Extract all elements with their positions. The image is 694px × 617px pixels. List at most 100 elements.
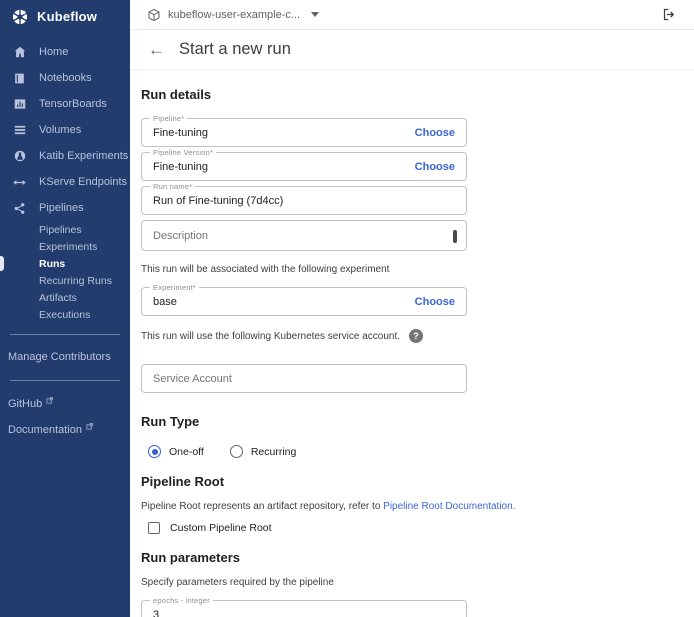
pipeline-root-note: Pipeline Root represents an artifact rep… bbox=[141, 501, 694, 512]
subitem-label: Pipelines bbox=[39, 224, 82, 236]
sidebar-divider bbox=[10, 334, 120, 335]
sidebar-divider bbox=[10, 380, 120, 381]
notebook-icon bbox=[12, 71, 27, 86]
radio-unselected-icon bbox=[230, 445, 243, 458]
checkbox-unchecked-icon[interactable] bbox=[148, 522, 160, 534]
kubeflow-logo[interactable]: Kubeflow bbox=[0, 0, 130, 33]
run-form: Run details Pipeline* Fine-tuning Choose… bbox=[130, 70, 694, 617]
experiment-field: Experiment* base Choose bbox=[141, 287, 467, 316]
tensorboard-icon bbox=[12, 97, 27, 112]
sidebar-item-manage-contributors[interactable]: Manage Contributors bbox=[0, 345, 130, 369]
subitem-label: Experiments bbox=[39, 241, 97, 253]
epochs-field: epochs - integer bbox=[141, 600, 467, 617]
custom-pipeline-root-option[interactable]: Custom Pipeline Root bbox=[148, 522, 694, 534]
sidebar-item-notebooks[interactable]: Notebooks bbox=[0, 65, 130, 91]
katib-icon bbox=[12, 149, 27, 164]
sidebar-item-volumes[interactable]: Volumes bbox=[0, 117, 130, 143]
description-input[interactable] bbox=[153, 230, 455, 242]
epochs-field-label: epochs - integer bbox=[150, 596, 213, 605]
logout-icon bbox=[662, 7, 677, 22]
main-area: kubeflow-user-example-c... ← Start a new… bbox=[130, 0, 694, 617]
run-name-input[interactable] bbox=[153, 195, 455, 207]
sidebar-subitem-experiments[interactable]: Experiments bbox=[0, 238, 130, 255]
run-parameters-heading: Run parameters bbox=[141, 550, 694, 565]
experiment-note: This run will be associated with the fol… bbox=[141, 264, 694, 275]
sidebar-subitem-recurring-runs[interactable]: Recurring Runs bbox=[0, 272, 130, 289]
sidebar-item-tensorboards[interactable]: TensorBoards bbox=[0, 91, 130, 117]
sidebar-item-label: Volumes bbox=[39, 124, 81, 136]
pipelines-icon bbox=[12, 201, 27, 216]
experiment-field-value: base bbox=[153, 296, 415, 308]
subitem-label: Runs bbox=[39, 258, 65, 270]
namespace-selector[interactable]: kubeflow-user-example-c... bbox=[147, 8, 319, 22]
experiment-choose-button[interactable]: Choose bbox=[415, 296, 455, 308]
subitem-label: Artifacts bbox=[39, 292, 77, 304]
home-icon bbox=[12, 45, 27, 60]
endpoints-icon bbox=[12, 175, 27, 190]
run-name-field: Run name* bbox=[141, 186, 467, 215]
service-account-input[interactable] bbox=[141, 364, 467, 393]
service-account-note: This run will use the following Kubernet… bbox=[141, 331, 400, 342]
pipeline-choose-button[interactable]: Choose bbox=[415, 127, 455, 139]
subitem-label: Recurring Runs bbox=[39, 275, 112, 287]
sidebar-subitem-artifacts[interactable]: Artifacts bbox=[0, 289, 130, 306]
pipeline-version-field-value: Fine-tuning bbox=[153, 161, 415, 173]
custom-pipeline-root-label: Custom Pipeline Root bbox=[170, 522, 272, 534]
volumes-icon bbox=[12, 123, 27, 138]
run-details-heading: Run details bbox=[141, 87, 694, 102]
app-window: Kubeflow Home Notebooks TensorBoards bbox=[0, 0, 694, 617]
sidebar-link-github[interactable]: GitHub bbox=[0, 391, 130, 417]
sidebar-item-label: Pipelines bbox=[39, 202, 84, 214]
pipeline-root-note-text: Pipeline Root represents an artifact rep… bbox=[141, 501, 383, 512]
help-icon[interactable]: ? bbox=[409, 329, 423, 343]
documentation-label: Documentation bbox=[8, 424, 82, 436]
sidebar-link-documentation[interactable]: Documentation bbox=[0, 417, 130, 443]
pipelines-subnav: Pipelines Experiments Runs Recurring Run… bbox=[0, 221, 130, 323]
namespace-name: kubeflow-user-example-c... bbox=[168, 9, 300, 21]
back-button[interactable]: ← bbox=[148, 41, 165, 58]
service-account-note-row: This run will use the following Kubernet… bbox=[141, 329, 694, 343]
manage-contributors-label: Manage Contributors bbox=[8, 351, 111, 363]
topbar: kubeflow-user-example-c... bbox=[130, 0, 694, 30]
run-parameters-note: Specify parameters required by the pipel… bbox=[141, 577, 694, 588]
sidebar-item-label: Home bbox=[39, 46, 68, 58]
external-link-icon bbox=[46, 397, 53, 404]
pipeline-root-doc-link[interactable]: Pipeline Root Documentation. bbox=[383, 501, 515, 512]
sidebar-subitem-runs[interactable]: Runs bbox=[0, 255, 130, 272]
sidebar: Kubeflow Home Notebooks TensorBoards bbox=[0, 0, 130, 617]
radio-recurring[interactable]: Recurring bbox=[230, 445, 297, 458]
run-type-heading: Run Type bbox=[141, 414, 694, 429]
brand-name: Kubeflow bbox=[37, 9, 97, 24]
radio-one-off-label: One-off bbox=[169, 446, 204, 458]
sidebar-subitem-executions[interactable]: Executions bbox=[0, 306, 130, 323]
radio-one-off[interactable]: One-off bbox=[148, 445, 204, 458]
namespace-cube-icon bbox=[147, 8, 161, 22]
sidebar-item-label: KServe Endpoints bbox=[39, 176, 127, 188]
radio-selected-icon bbox=[148, 445, 161, 458]
pipeline-field: Pipeline* Fine-tuning Choose bbox=[141, 118, 467, 147]
sidebar-item-katib-experiments[interactable]: Katib Experiments bbox=[0, 143, 130, 169]
chevron-down-icon bbox=[311, 12, 319, 17]
epochs-input[interactable] bbox=[153, 609, 455, 617]
sidebar-item-label: Katib Experiments bbox=[39, 150, 128, 162]
subitem-label: Executions bbox=[39, 309, 90, 321]
page-header: ← Start a new run bbox=[130, 30, 694, 70]
radio-recurring-label: Recurring bbox=[251, 446, 297, 458]
pipeline-root-heading: Pipeline Root bbox=[141, 474, 694, 489]
experiment-field-label: Experiment* bbox=[150, 283, 199, 292]
pipeline-field-label: Pipeline* bbox=[150, 114, 187, 123]
description-field bbox=[141, 220, 467, 251]
sidebar-item-label: TensorBoards bbox=[39, 98, 107, 110]
sidebar-item-home[interactable]: Home bbox=[0, 39, 130, 65]
sidebar-nav: Home Notebooks TensorBoards Volumes bbox=[0, 39, 130, 443]
logout-button[interactable] bbox=[662, 7, 677, 22]
sidebar-subitem-pipelines[interactable]: Pipelines bbox=[0, 221, 130, 238]
run-type-options: One-off Recurring bbox=[148, 445, 694, 458]
pipeline-version-choose-button[interactable]: Choose bbox=[415, 161, 455, 173]
pipeline-version-field: Pipeline Version* Fine-tuning Choose bbox=[141, 152, 467, 181]
resize-handle-icon[interactable] bbox=[453, 230, 457, 243]
sidebar-item-kserve-endpoints[interactable]: KServe Endpoints bbox=[0, 169, 130, 195]
sidebar-item-pipelines[interactable]: Pipelines bbox=[0, 195, 130, 221]
pipeline-field-value: Fine-tuning bbox=[153, 127, 415, 139]
page-title: Start a new run bbox=[179, 40, 291, 59]
